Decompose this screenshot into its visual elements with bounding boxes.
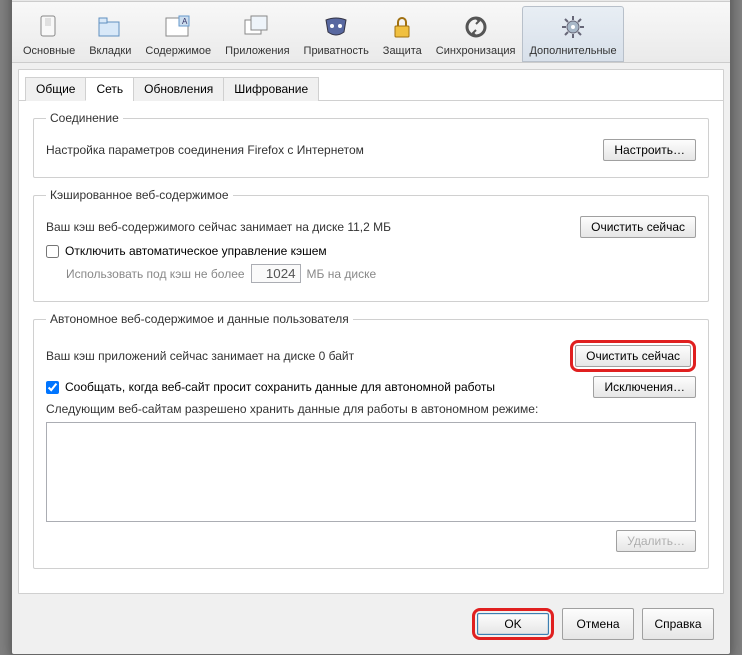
svg-text:A: A [182,17,188,26]
group-cache: Кэшированное веб-содержимое Ваш кэш веб-… [33,188,709,302]
help-button[interactable]: Справка [642,608,714,640]
dialog-footer: OK Отмена Справка [12,600,730,654]
clear-cache-button[interactable]: Очистить сейчас [580,216,696,238]
toolbar-label: Дополнительные [529,45,616,57]
group-offline: Автономное веб-содержимое и данные польз… [33,312,709,569]
lock-icon [386,13,418,41]
highlight-ok: OK [472,608,554,640]
allowed-sites-list[interactable] [46,422,696,522]
sync-icon [460,13,492,41]
toolbar-label: Вкладки [89,45,131,57]
override-cache-label: Отключить автоматическое управление кэше… [65,244,327,258]
panel-network: Соединение Настройка параметров соединен… [19,101,723,593]
exceptions-button[interactable]: Исключения… [593,376,696,398]
toolbar-item-content[interactable]: A Содержимое [138,6,218,62]
legend-cache: Кэшированное веб-содержимое [46,188,233,202]
ok-button[interactable]: OK [477,613,549,635]
toolbar-item-advanced[interactable]: Дополнительные [522,6,623,62]
cache-desc: Ваш кэш веб-содержимого сейчас занимает … [46,220,391,234]
cache-limit-prefix: Использовать под кэш не более [66,267,245,281]
toolbar-item-applications[interactable]: Приложения [218,6,296,62]
toolbar-item-privacy[interactable]: Приватность [297,6,376,62]
toolbar-item-general[interactable]: Основные [16,6,82,62]
toolbar-label: Основные [23,45,75,57]
override-cache-checkbox[interactable] [46,245,59,258]
notify-offline-checkbox[interactable] [46,381,59,394]
content-area: Общие Сеть Обновления Шифрование Соедине… [18,69,724,594]
toolbar-item-security[interactable]: Защита [376,6,429,62]
offline-desc: Ваш кэш приложений сейчас занимает на ди… [46,349,354,363]
tab-bar: Общие Сеть Обновления Шифрование [19,70,723,101]
toolbar-item-tabs[interactable]: Вкладки [82,6,138,62]
legend-connection: Соединение [46,111,123,125]
configure-button[interactable]: Настроить… [603,139,696,161]
folder-icon [94,13,126,41]
toolbar-label: Приватность [304,45,369,57]
settings-window: Настройки ✕ Основные Вкладки A Содержимо… [11,0,731,655]
clear-offline-button[interactable]: Очистить сейчас [575,345,691,367]
group-connection: Соединение Настройка параметров соединен… [33,111,709,178]
legend-offline: Автономное веб-содержимое и данные польз… [46,312,353,326]
windows-icon [241,13,273,41]
allowed-sites-label: Следующим веб-сайтам разрешено хранить д… [46,402,696,416]
toolbar-label: Приложения [225,45,289,57]
tab-encryption[interactable]: Шифрование [223,77,319,101]
switch-icon [33,13,65,41]
content-icon: A [162,13,194,41]
toolbar-label: Содержимое [145,45,211,57]
cancel-button[interactable]: Отмена [562,608,634,640]
remove-site-button[interactable]: Удалить… [616,530,696,552]
cache-limit-suffix: МБ на диске [307,267,377,281]
gear-icon [557,13,589,41]
toolbar: Основные Вкладки A Содержимое Приложения… [12,2,730,63]
toolbar-label: Защита [383,45,422,57]
connection-desc: Настройка параметров соединения Firefox … [46,143,364,157]
highlight-clear-offline: Очистить сейчас [570,340,696,372]
tab-network[interactable]: Сеть [85,77,134,101]
tab-updates[interactable]: Обновления [133,77,224,101]
cache-limit-input[interactable] [251,264,301,283]
toolbar-item-sync[interactable]: Синхронизация [429,6,523,62]
mask-icon [320,13,352,41]
notify-offline-label: Сообщать, когда веб-сайт просит сохранит… [65,380,495,394]
tab-general[interactable]: Общие [25,77,86,101]
toolbar-label: Синхронизация [436,45,516,57]
